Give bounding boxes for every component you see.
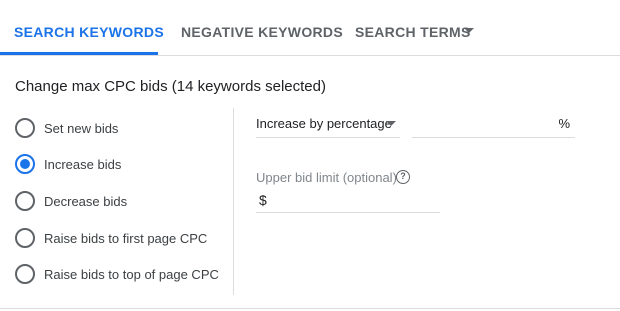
help-circle-icon[interactable]: ? [396, 170, 410, 184]
option-set-new-bids[interactable]: Set new bids [15, 116, 118, 140]
adjustment-method-select[interactable]: Increase by percentage [256, 108, 400, 138]
tab-negative-keywords[interactable]: NEGATIVE KEYWORDS [181, 0, 343, 56]
option-raise-to-first-page[interactable]: Raise bids to first page CPC [15, 226, 207, 250]
option-label: Set new bids [44, 120, 119, 136]
percentage-input[interactable]: % [412, 108, 575, 138]
option-label: Raise bids to top of page CPC [44, 266, 219, 282]
tab-more-dropdown-icon[interactable] [464, 28, 474, 33]
option-raise-to-top-of-page[interactable]: Raise bids to top of page CPC [15, 262, 219, 286]
percent-suffix: % [558, 116, 570, 131]
vertical-divider [233, 108, 234, 295]
option-label: Increase bids [44, 156, 122, 172]
adjustment-method-value: Increase by percentage [256, 116, 392, 131]
tab-search-keywords[interactable]: SEARCH KEYWORDS [14, 0, 164, 56]
currency-prefix: $ [259, 192, 267, 208]
radio-button[interactable] [15, 191, 35, 211]
radio-button[interactable] [15, 118, 35, 138]
option-label: Decrease bids [44, 193, 128, 209]
radio-button-selected[interactable] [15, 154, 35, 174]
tab-bar: SEARCH KEYWORDS NEGATIVE KEYWORDS SEARCH… [0, 0, 620, 56]
option-decrease-bids[interactable]: Decrease bids [15, 189, 127, 213]
dropdown-arrow-icon [386, 121, 396, 126]
option-increase-bids[interactable]: Increase bids [15, 152, 121, 176]
option-label: Raise bids to first page CPC [44, 230, 208, 246]
radio-button[interactable] [15, 228, 35, 248]
bottom-divider [0, 308, 620, 309]
upper-bid-limit-input[interactable]: $ [256, 186, 440, 213]
active-tab-indicator [0, 52, 158, 55]
bid-change-heading: Change max CPC bids (14 keywords selecte… [15, 78, 326, 95]
tab-search-terms[interactable]: SEARCH TERMS [355, 0, 471, 56]
radio-button[interactable] [15, 264, 35, 284]
upper-bid-limit-label: Upper bid limit (optional) [256, 170, 397, 185]
